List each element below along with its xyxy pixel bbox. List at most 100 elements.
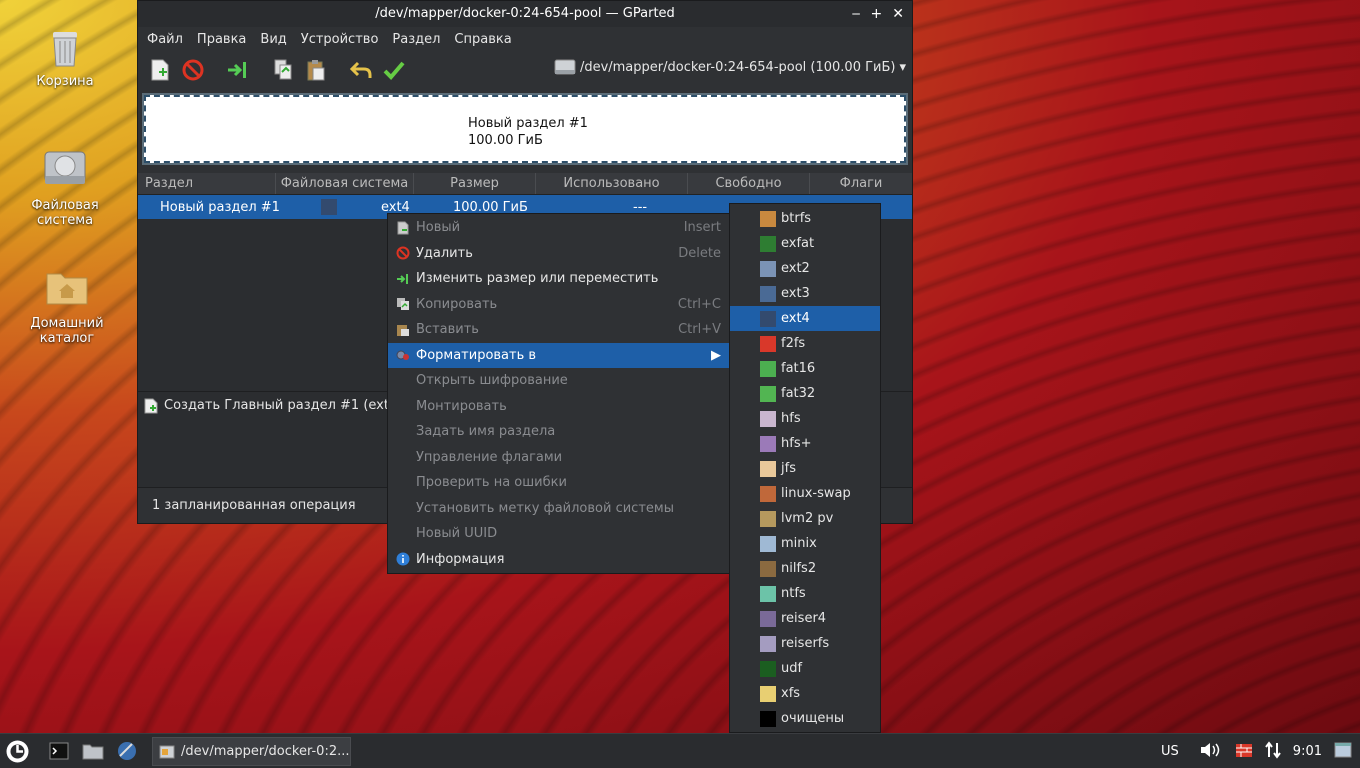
column-partition[interactable]: Раздел [138,173,276,194]
delete-partition-button[interactable] [181,58,205,82]
chevron-down-icon: ▾ [899,59,906,75]
format-option-reiserfs[interactable]: reiserfs [730,631,880,656]
format-option-f2fs[interactable]: f2fs [730,331,880,356]
format-option-btrfs[interactable]: btrfs [730,206,880,231]
paste-icon [307,60,325,81]
menu-file[interactable]: Файл [140,32,190,47]
column-used[interactable]: Использовано [536,173,688,194]
desktop-icon-trash[interactable]: Корзина [15,22,115,89]
menu-edit[interactable]: Правка [190,32,253,47]
format-option-minix[interactable]: minix [730,531,880,556]
folder-icon [82,744,104,760]
format-option-xfs[interactable]: xfs [730,681,880,706]
fs-color-swatch [760,235,776,252]
menu-item-information[interactable]: Информация [388,547,729,573]
format-option-udf[interactable]: udf [730,656,880,681]
undo-button[interactable] [349,58,373,82]
format-option-ext4[interactable]: ext4 [730,306,880,331]
menu-view[interactable]: Вид [253,32,293,47]
fs-color-swatch [760,435,776,452]
format-option-nilfs2[interactable]: nilfs2 [730,556,880,581]
resize-move-button[interactable] [226,58,250,82]
maximize-button[interactable]: + [871,1,883,27]
disk-map[interactable]: Новый раздел #1 100.00 ГиБ [142,93,908,165]
menu-item-manage-flags[interactable]: Управление флагами [388,445,729,471]
desktop-icon-filesystem[interactable]: Файловая система [15,146,115,228]
format-option-fat32[interactable]: fat32 [730,381,880,406]
close-button[interactable]: ✕ [892,1,904,27]
format-option-reiser4[interactable]: reiser4 [730,606,880,631]
menu-partition[interactable]: Раздел [385,32,447,47]
paste-icon [395,322,411,338]
fs-color-swatch [760,335,776,352]
desktop-icon-label: Домашний каталог [30,316,104,346]
show-desktop-icon[interactable] [1334,742,1352,762]
format-option-linux-swap[interactable]: linux-swap [730,481,880,506]
fs-color-swatch [760,610,776,627]
diskmap-partition-name: Новый раздел #1 [468,116,588,131]
fs-color-swatch [321,199,337,215]
window-titlebar[interactable]: /dev/mapper/docker-0:24-654-pool — GPart… [138,1,912,27]
keyboard-layout[interactable]: US [1161,744,1179,759]
network-icon[interactable] [1264,740,1281,763]
menu-help[interactable]: Справка [447,32,518,47]
partition-table-header: Раздел Файловая система Размер Использов… [138,173,912,195]
menu-item-new-uuid[interactable]: Новый UUID [388,521,729,547]
format-option-exfat[interactable]: exfat [730,231,880,256]
fs-color-swatch [760,310,776,327]
system-tray: US 9:01 [1161,734,1360,768]
format-option-ext2[interactable]: ext2 [730,256,880,281]
menu-item-check[interactable]: Проверить на ошибки [388,470,729,496]
menu-device[interactable]: Устройство [294,32,386,47]
menu-item-set-name[interactable]: Задать имя раздела [388,419,729,445]
menu-item-format-to[interactable]: Форматировать в ▶ [388,342,729,368]
desktop-icon-label: Корзина [36,74,94,89]
device-selector[interactable]: /dev/mapper/docker-0:24-654-pool (100.00… [554,58,906,76]
browser-launcher[interactable] [116,740,138,766]
desktop-icon-home[interactable]: Домашний каталог [17,264,117,346]
paste-button[interactable] [304,58,328,82]
menu-item-delete[interactable]: Удалить Delete [388,241,729,267]
column-size[interactable]: Размер [414,173,536,194]
fs-color-swatch [760,410,776,427]
format-option-ntfs[interactable]: ntfs [730,581,880,606]
format-option-hfs[interactable]: hfs [730,406,880,431]
volume-icon[interactable] [1199,741,1223,763]
column-filesystem[interactable]: Файловая система [276,173,414,194]
format-submenu: btrfs exfat ext2 ext3 ext4 f2fs fat16 fat32 hfs h… [729,203,881,733]
terminal-launcher[interactable] [49,742,69,764]
task-button-gparted[interactable]: /dev/mapper/docker-0:2... [152,737,351,766]
menu-item-paste[interactable]: Вставить Ctrl+V [388,317,729,343]
delete-icon [182,59,204,81]
menu-item-resize-move[interactable]: Изменить размер или переместить [388,266,729,292]
format-option-fat16[interactable]: fat16 [730,356,880,381]
file-manager-launcher[interactable] [82,742,104,764]
column-flags[interactable]: Флаги [810,173,912,194]
trash-icon [41,22,89,70]
new-icon [144,398,158,414]
menu-item-copy[interactable]: Копировать Ctrl+C [388,292,729,318]
menu-item-new[interactable]: Новый Insert [388,215,729,241]
format-option-lvm2-pv[interactable]: lvm2 pv [730,506,880,531]
format-option--[interactable]: очищены [730,706,880,731]
clock[interactable]: 9:01 [1293,744,1322,759]
new-partition-button[interactable] [148,58,172,82]
menu-item-mount[interactable]: Монтировать [388,394,729,420]
menu-item-open-encryption[interactable]: Открыть шифрование [388,368,729,394]
apply-button[interactable] [382,58,406,82]
fs-color-swatch [760,585,776,602]
format-option-ext3[interactable]: ext3 [730,281,880,306]
menu-item-label-fs[interactable]: Установить метку файловой системы [388,496,729,522]
format-option-jfs[interactable]: jfs [730,456,880,481]
column-free[interactable]: Свободно [688,173,810,194]
copy-button[interactable] [271,58,295,82]
firewall-icon[interactable] [1235,741,1253,763]
status-text: 1 запланированная операция [152,498,356,513]
app-menu-icon [6,740,29,763]
fs-color-swatch [760,260,776,277]
format-option-hfs-[interactable]: hfs+ [730,431,880,456]
partition-context-menu: Новый Insert Удалить Delete Изменить раз… [387,213,730,574]
start-menu-button[interactable] [5,739,30,764]
minimize-button[interactable]: ‒ [852,1,861,27]
fs-color-swatch [760,210,776,227]
